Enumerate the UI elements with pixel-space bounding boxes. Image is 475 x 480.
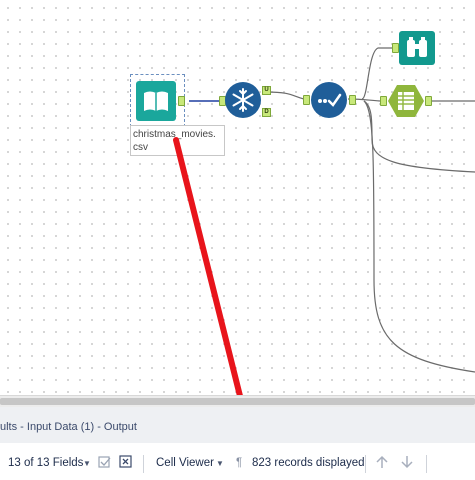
toolbar-separator	[426, 455, 427, 473]
toolbar-separator	[365, 455, 366, 473]
results-panel-header: ults - Input Data (1) - Output	[0, 407, 475, 444]
cell-viewer-selector[interactable]: Cell Viewer	[156, 457, 214, 469]
results-toolbar: 13 of 13 Fields ▼ Cell Viewer ▼ ¶ 823 re…	[0, 443, 475, 480]
pilcrow-icon[interactable]: ¶	[236, 457, 242, 469]
records-count: 823 records displayed	[252, 457, 365, 469]
toolbar-separator	[143, 455, 144, 473]
scrollbar-thumb[interactable]	[0, 398, 475, 405]
workflow-canvas[interactable]: christmas_movies. csv U D	[0, 0, 475, 452]
arrow-up-icon[interactable]	[375, 455, 389, 469]
arrow-down-icon[interactable]	[400, 455, 414, 469]
uncheck-all-icon[interactable]	[119, 455, 133, 469]
check-all-icon[interactable]	[98, 455, 112, 469]
results-title: ults - Input Data (1) - Output	[0, 421, 137, 433]
fields-selector[interactable]: 13 of 13 Fields	[8, 457, 83, 469]
viewer-dropdown-icon[interactable]: ▼	[216, 459, 224, 468]
fields-dropdown-icon[interactable]: ▼	[83, 459, 91, 468]
